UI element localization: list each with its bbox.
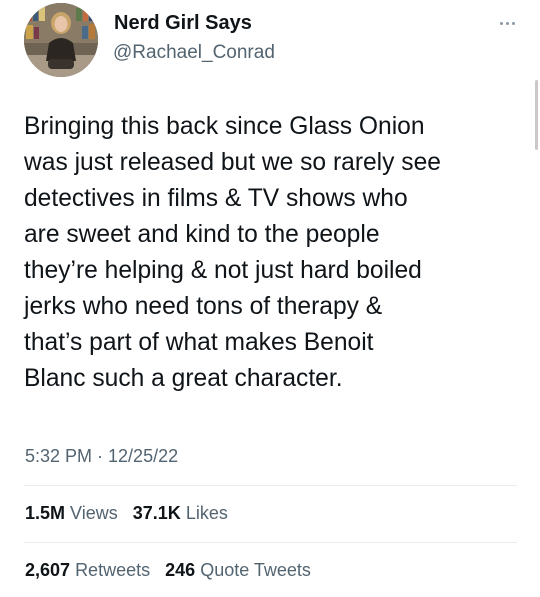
quote-tweets-count: 246 [165,560,196,580]
quote-tweets-label: Quote Tweets [200,560,311,580]
tweet-text-line: that’s part of what makes Benoit [24,329,374,356]
tweet-text-line: was just released but we so rarely see [24,149,441,176]
tweet-text-line: Bringing this back since Glass Onion [24,113,425,140]
author-name[interactable]: Nerd Girl Says [114,12,252,35]
views-stat[interactable]: 1.5M Views [25,503,118,524]
retweets-label: Retweets [75,560,151,580]
tweet: Nerd Girl Says @Rachael_Conrad Bringing … [0,0,540,597]
tweet-text-line: detectives in films & TV shows who [24,185,408,212]
views-count: 1.5M [25,503,66,523]
engagement-stats-row: 1.5M Views 37.1K Likes [25,503,238,524]
retweets-count: 2,607 [25,560,71,580]
views-label: Views [70,503,118,523]
tweet-timestamp[interactable]: 5:32 PM · 12/25/22 [25,446,178,467]
divider [24,485,517,486]
author-handle[interactable]: @Rachael_Conrad [113,42,275,64]
tweet-text-line: are sweet and kind to the people [24,221,380,248]
likes-stat[interactable]: 37.1K Likes [133,503,228,524]
tweet-text-line: they’re helping & not just hard boiled [24,257,422,284]
retweets-stat[interactable]: 2,607 Retweets [25,560,150,581]
tweet-text-line: Blanc such a great character. [24,365,343,392]
likes-count: 37.1K [132,503,181,523]
retweet-stats-row: 2,607 Retweets 246 Quote Tweets [25,560,321,581]
scrollbar[interactable] [535,80,538,150]
tweet-text-line: jerks who need tons of therapy & [24,293,383,320]
tweet-text: Bringing this back since Glass Onion was… [24,109,524,397]
divider [24,542,517,543]
avatar-image [24,3,98,77]
avatar[interactable] [24,3,98,77]
quote-tweets-stat[interactable]: 246 Quote Tweets [165,560,311,581]
likes-label: Likes [185,503,228,523]
more-horizontal-icon [499,21,503,25]
more-horizontal-icon-dot [511,21,515,25]
more-options-button[interactable] [492,10,522,36]
more-horizontal-icon-dot [505,21,509,25]
